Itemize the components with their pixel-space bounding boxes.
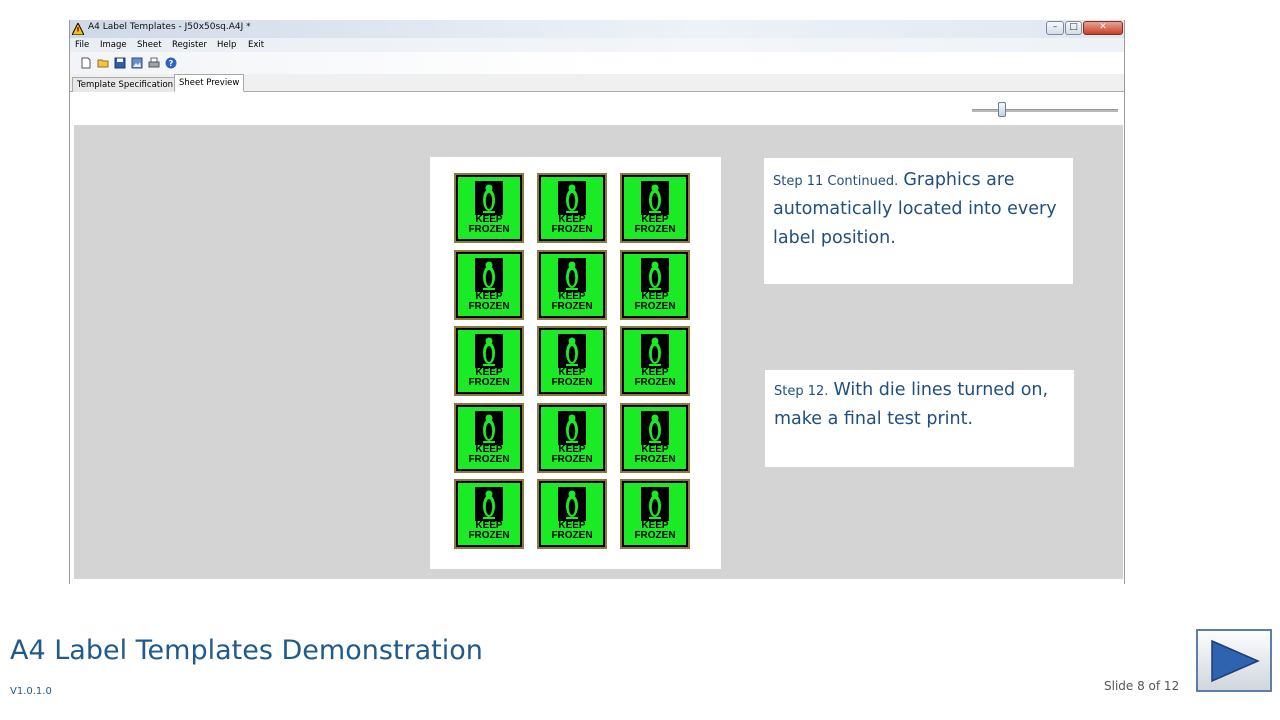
penguin-icon [558, 181, 586, 215]
label-text: KEEP FROZEN [551, 214, 593, 235]
warning-triangle-icon [72, 23, 84, 35]
label-text: KEEP FROZEN [468, 290, 510, 312]
tab-template-specification[interactable]: Template Specification [72, 77, 179, 92]
penguin-icon [475, 410, 503, 445]
label-text: KEEP FROZEN [468, 214, 510, 235]
label-text: KEEP FROZEN [551, 367, 593, 388]
menu-exit[interactable]: Exit [248, 40, 264, 50]
zoom-slider-thumb[interactable] [998, 102, 1007, 117]
print-icon[interactable] [148, 57, 160, 69]
menu-register[interactable]: Register [172, 40, 207, 50]
label-cell: KEEP FROZEN [620, 173, 690, 243]
version-label: V1.0.1.0 [10, 686, 52, 697]
penguin-icon [641, 334, 669, 368]
penguin-icon [475, 257, 503, 292]
menu-bar: File Image Sheet Register Help Exit [70, 38, 1124, 52]
menu-sheet[interactable]: Sheet [137, 40, 162, 50]
next-slide-button[interactable] [1196, 629, 1272, 692]
penguin-icon [641, 181, 669, 215]
instruction-note-step-11: Step 11 Continued. Graphics are automati… [764, 158, 1073, 284]
penguin-icon [641, 410, 669, 445]
note-step-label: Step 11 Continued. [773, 174, 899, 189]
label-cell: KEEP FROZEN [454, 402, 524, 473]
slide-title: A4 Label Templates Demonstration [10, 635, 483, 666]
label-text: KEEP FROZEN [634, 443, 676, 465]
label-cell: KEEP FROZEN [620, 402, 690, 473]
tab-sheet-preview[interactable]: Sheet Preview [174, 74, 245, 92]
label-cell: KEEP FROZEN [454, 249, 524, 320]
label-cell: KEEP FROZEN [537, 249, 607, 320]
new-icon[interactable] [80, 57, 92, 69]
label-cell: KEEP FROZEN [537, 173, 607, 243]
penguin-icon [641, 487, 669, 521]
maximize-button[interactable]: □ [1065, 21, 1082, 35]
image-icon[interactable] [131, 57, 143, 69]
penguin-icon [475, 334, 503, 368]
slide-number: Slide 8 of 12 [1104, 679, 1180, 693]
save-icon[interactable] [114, 57, 126, 69]
title-bar: A4 Label Templates - J50x50sq.A4J * – □ … [70, 20, 1124, 38]
help-icon[interactable]: ? [165, 57, 177, 69]
close-button[interactable]: ✕ [1083, 21, 1123, 35]
label-cell: KEEP FROZEN [537, 402, 607, 473]
label-cell: KEEP FROZEN [537, 326, 607, 396]
penguin-icon [475, 181, 503, 215]
open-icon[interactable] [97, 57, 109, 69]
note-step-label: Step 12. [774, 384, 829, 399]
label-text: KEEP FROZEN [634, 214, 676, 235]
label-text: KEEP FROZEN [551, 520, 593, 541]
zoom-slider-track[interactable] [972, 109, 1118, 112]
label-text: KEEP FROZEN [551, 443, 593, 465]
label-cell: KEEP FROZEN [454, 173, 524, 243]
sheet-preview-area: KEEP FROZEN KEEP FROZEN KEEP FROZEN KEEP FROZEN… [74, 125, 1123, 579]
label-cell: KEEP FROZEN [620, 326, 690, 396]
label-text: KEEP FROZEN [551, 290, 593, 312]
label-text: KEEP FROZEN [468, 443, 510, 465]
label-cell: KEEP FROZEN [454, 326, 524, 396]
penguin-icon [475, 487, 503, 521]
menu-help[interactable]: Help [217, 40, 236, 50]
label-text: KEEP FROZEN [634, 520, 676, 541]
label-text: KEEP FROZEN [634, 367, 676, 388]
play-arrow-icon [1211, 639, 1260, 683]
menu-file[interactable]: File [75, 40, 89, 50]
label-text: KEEP FROZEN [468, 367, 510, 388]
label-sheet: KEEP FROZEN KEEP FROZEN KEEP FROZEN KEEP FROZEN… [430, 157, 721, 569]
penguin-icon [558, 410, 586, 445]
window-title: A4 Label Templates - J50x50sq.A4J * [88, 22, 251, 32]
instruction-note-step-12: Step 12. With die lines turned on, make … [765, 370, 1074, 467]
toolbar: ? [70, 52, 1124, 74]
label-cell: KEEP FROZEN [537, 479, 607, 549]
penguin-icon [558, 257, 586, 292]
label-cell: KEEP FROZEN [620, 249, 690, 320]
app-window: A4 Label Templates - J50x50sq.A4J * – □ … [69, 20, 1125, 584]
label-cell: KEEP FROZEN [620, 479, 690, 549]
svg-text:?: ? [169, 59, 174, 68]
penguin-icon [558, 487, 586, 521]
label-cell: KEEP FROZEN [454, 479, 524, 549]
tab-strip: Template Specification Sheet Preview [70, 74, 1124, 92]
label-text: KEEP FROZEN [634, 290, 676, 312]
label-text: KEEP FROZEN [468, 520, 510, 541]
penguin-icon [641, 257, 669, 292]
penguin-icon [558, 334, 586, 368]
minimize-button[interactable]: – [1046, 21, 1064, 35]
menu-image[interactable]: Image [100, 40, 127, 50]
